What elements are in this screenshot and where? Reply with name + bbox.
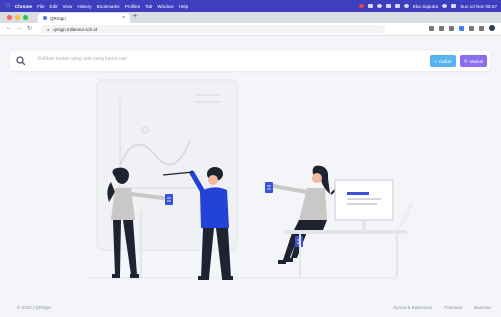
toolbar-icons bbox=[429, 25, 495, 31]
lock-icon: ● bbox=[47, 26, 50, 32]
tab-title: QRSign bbox=[50, 15, 66, 21]
menu-edit[interactable]: Edit bbox=[50, 4, 58, 9]
footer-link-guide[interactable]: Panduan bbox=[444, 305, 462, 310]
puzzle-extensions-icon[interactable] bbox=[469, 25, 474, 31]
wifi-icon[interactable] bbox=[403, 4, 409, 8]
menu-file[interactable]: File bbox=[37, 4, 44, 9]
new-tab-button[interactable]: + bbox=[133, 13, 137, 20]
profile-avatar[interactable] bbox=[489, 25, 495, 31]
hero-illustration bbox=[85, 79, 413, 280]
apple-icon[interactable]:  bbox=[6, 3, 10, 9]
address-bar[interactable]: ● qrsign.milannur.sch.id bbox=[41, 25, 385, 33]
menu-help[interactable]: Help bbox=[179, 4, 188, 9]
login-label: Masuk bbox=[469, 58, 484, 64]
sidebar-icon[interactable] bbox=[479, 25, 484, 31]
menu-window[interactable]: Window bbox=[157, 4, 173, 9]
record-icon[interactable] bbox=[358, 4, 364, 8]
register-button[interactable]: + Daftar bbox=[430, 55, 456, 67]
search-input[interactable]: Ketikan belum yang ada yang kamu cari bbox=[38, 56, 127, 62]
minimize-window-icon[interactable] bbox=[15, 15, 20, 20]
footer-link-terms[interactable]: Syarat & Ketentuan bbox=[393, 305, 432, 310]
spotlight-search-icon[interactable] bbox=[442, 4, 448, 8]
menu-tab[interactable]: Tab bbox=[145, 4, 152, 9]
favicon-icon bbox=[43, 16, 47, 20]
login-button[interactable]: ◎ Masuk bbox=[460, 55, 487, 67]
menu-view[interactable]: View bbox=[62, 4, 72, 9]
top-search-bar: Ketikan belum yang ada yang kamu cari + … bbox=[10, 51, 490, 71]
menubar-status-area: Eka Saputra Sun 13 Nov 08.57 bbox=[358, 0, 497, 12]
user-plus-icon: + bbox=[434, 58, 438, 64]
register-label: Daftar bbox=[439, 58, 452, 64]
bluetooth-icon[interactable] bbox=[376, 4, 382, 8]
search-icon[interactable] bbox=[14, 54, 28, 68]
extension-icon[interactable] bbox=[459, 25, 464, 31]
browser-toolbar: ← → ↻ ● qrsign.milannur.sch.id bbox=[0, 23, 501, 36]
battery-icon[interactable] bbox=[394, 4, 400, 8]
close-window-icon[interactable] bbox=[7, 15, 12, 20]
person-woman-sitting bbox=[265, 165, 342, 264]
browser-tab[interactable]: QRSign × bbox=[38, 13, 130, 23]
footer-copyright: © 2022 | QRSign bbox=[17, 305, 52, 310]
volume-icon[interactable] bbox=[385, 4, 391, 8]
footer-links: Syarat & Ketentuan Panduan Bantuan bbox=[393, 305, 491, 310]
menu-profiles[interactable]: Profiles bbox=[125, 4, 140, 9]
app-status-icon[interactable] bbox=[367, 4, 373, 8]
browser-tab-strip: QRSign × + bbox=[0, 12, 501, 23]
menu-app-name[interactable]: Chrome bbox=[15, 4, 32, 9]
share-icon[interactable] bbox=[439, 25, 444, 31]
back-arrow-icon[interactable]: ← bbox=[6, 25, 12, 31]
menu-history[interactable]: History bbox=[77, 4, 91, 9]
menu-bookmarks[interactable]: Bookmarks bbox=[97, 4, 120, 9]
mac-menubar:  Chrome File Edit View History Bookmark… bbox=[0, 0, 501, 12]
page-content: Ketikan belum yang ada yang kamu cari + … bbox=[0, 36, 501, 317]
translate-icon[interactable] bbox=[429, 25, 434, 31]
tab-close-icon[interactable]: × bbox=[122, 15, 125, 21]
forward-arrow-icon[interactable]: → bbox=[16, 25, 22, 31]
zoom-window-icon[interactable] bbox=[23, 15, 28, 20]
menubar-datetime[interactable]: Sun 13 Nov 08.57 bbox=[460, 4, 497, 9]
footer-link-help[interactable]: Bantuan bbox=[474, 305, 491, 310]
reload-icon[interactable]: ↻ bbox=[27, 25, 32, 32]
bookmark-star-icon[interactable] bbox=[449, 25, 454, 31]
menubar-user[interactable]: Eka Saputra bbox=[413, 4, 438, 9]
address-url[interactable]: qrsign.milannur.sch.id bbox=[53, 27, 97, 32]
window-controls bbox=[7, 15, 28, 20]
control-center-icon[interactable] bbox=[451, 4, 457, 8]
login-icon: ◎ bbox=[463, 58, 468, 63]
